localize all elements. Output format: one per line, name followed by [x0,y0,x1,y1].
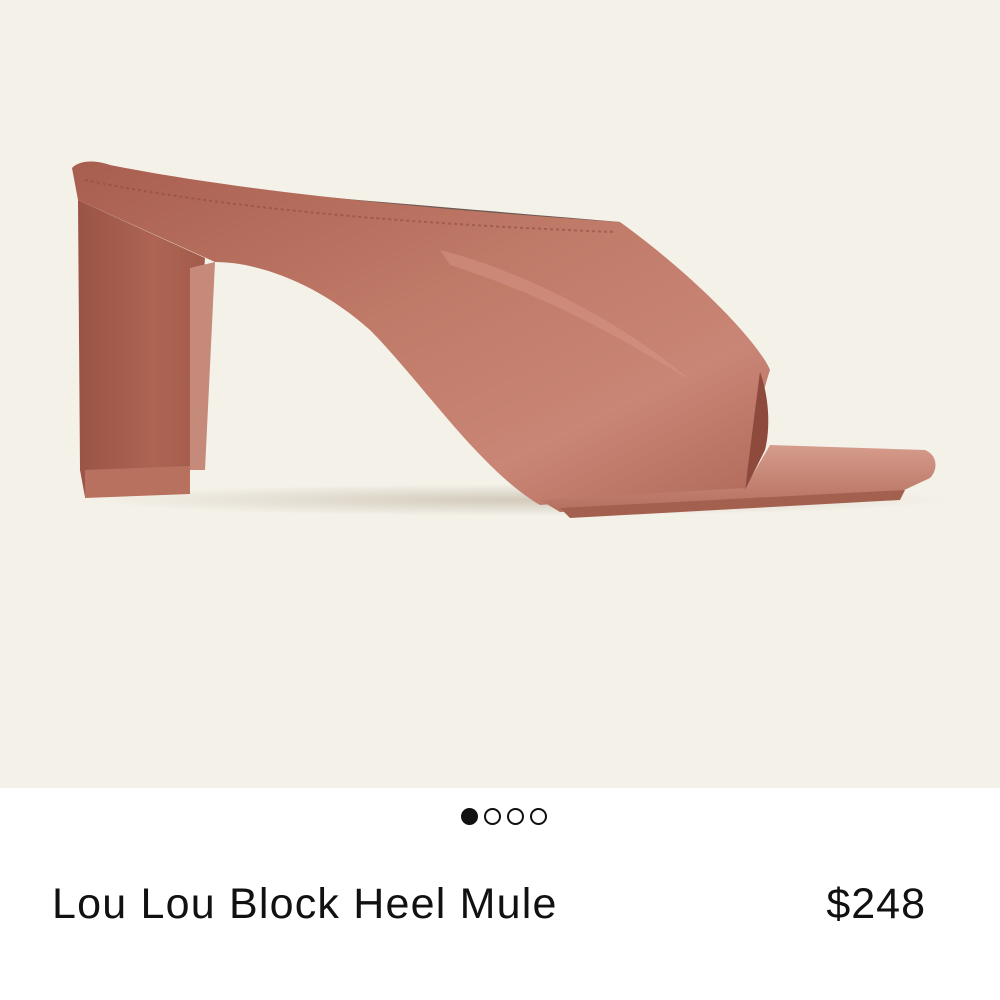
product-title[interactable]: Lou Lou Block Heel Mule [52,876,558,932]
carousel-dot-2[interactable] [484,808,501,825]
heel-tip [85,466,190,498]
product-card: Lou Lou Block Heel Mule $248 [0,0,1000,1000]
product-image[interactable] [0,0,1000,788]
shoe-illustration [72,161,950,518]
heel-edge [190,262,215,470]
carousel-dot-1[interactable] [461,808,478,825]
carousel-dot-4[interactable] [530,808,547,825]
product-price: $248 [826,880,926,928]
carousel-dots [0,808,1000,825]
carousel-dot-3[interactable] [507,808,524,825]
